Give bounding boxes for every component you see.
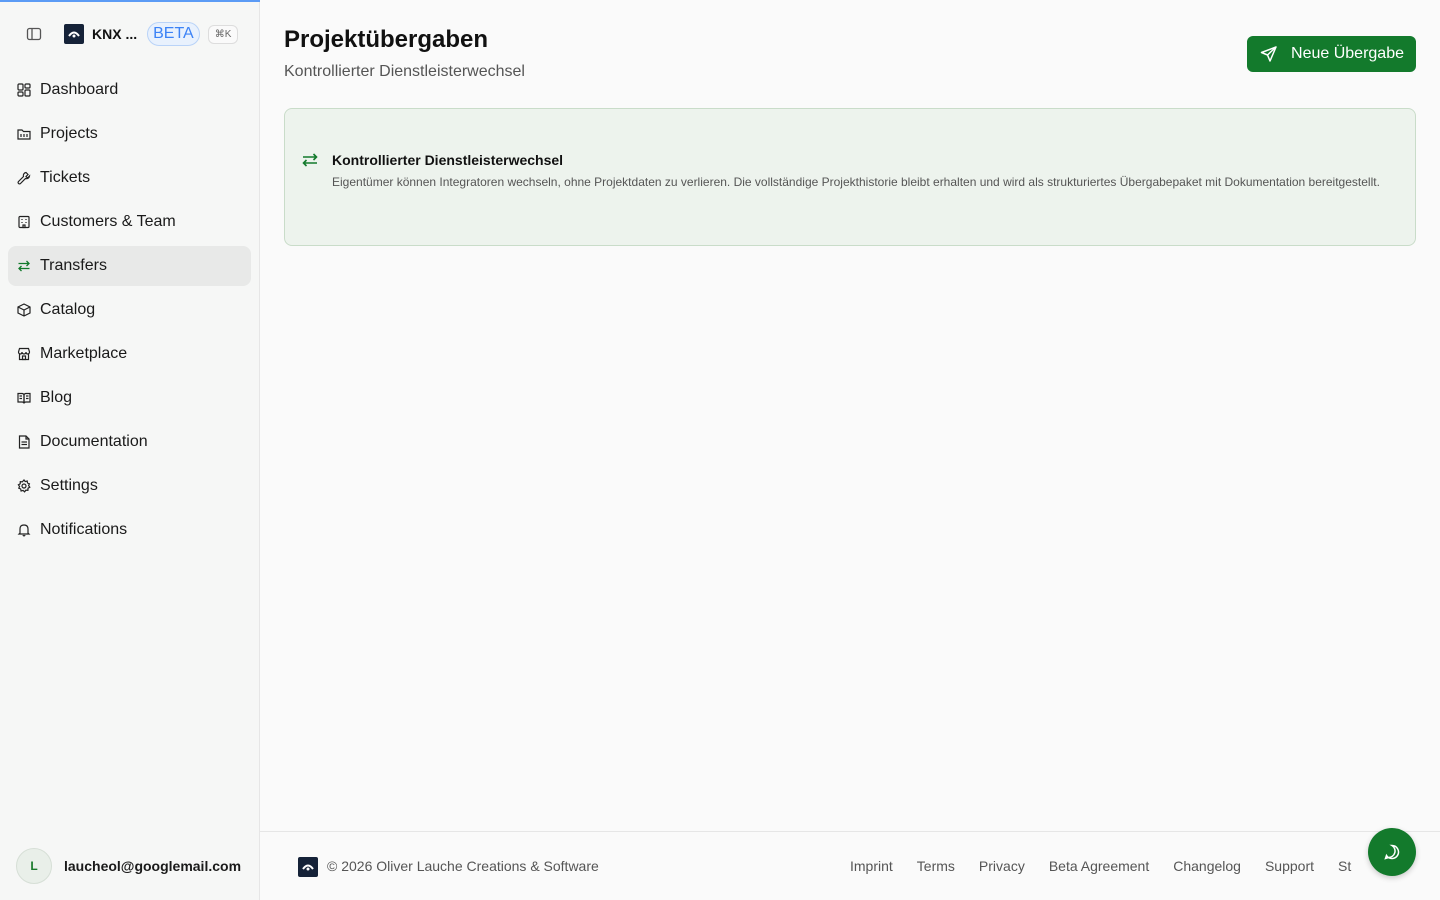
package-icon <box>16 302 32 318</box>
sidebar-item-label: Documentation <box>40 433 148 450</box>
gear-icon <box>16 478 32 494</box>
footer-links: Imprint Terms Privacy Beta Agreement Cha… <box>850 858 1375 874</box>
sidebar-item-label: Customers & Team <box>40 213 176 230</box>
sidebar-item-label: Marketplace <box>40 345 128 362</box>
footer-link-status[interactable]: St <box>1338 858 1351 874</box>
info-card-title: Kontrollierter Dienstleisterwechsel <box>332 152 564 168</box>
user-email[interactable]: laucheol@googlemail.com <box>64 858 241 874</box>
sidebar-item-label: Transfers <box>40 257 107 274</box>
page-subtitle: Kontrollierter Dienstleisterwechsel <box>284 63 525 80</box>
sidebar-item-catalog[interactable]: Catalog <box>8 290 251 330</box>
sidebar-item-documentation[interactable]: Documentation <box>8 422 251 462</box>
send-icon <box>1259 44 1279 64</box>
sidebar-item-label: Projects <box>40 125 98 142</box>
sidebar-item-projects[interactable]: Projects <box>8 114 251 154</box>
new-transfer-label: Neue Übergabe <box>1291 45 1404 62</box>
sidebar-header: KNX ... BETA ⌘K <box>0 0 260 68</box>
store-icon <box>16 346 32 362</box>
page-title: Projektübergaben <box>284 26 489 53</box>
sidebar-item-blog[interactable]: Blog <box>8 378 251 418</box>
chat-icon <box>1383 843 1401 861</box>
wrench-icon <box>16 170 32 186</box>
footer-link-beta-agreement[interactable]: Beta Agreement <box>1049 858 1149 874</box>
sidebar-item-label: Settings <box>40 477 98 494</box>
sidebar-item-label: Tickets <box>40 169 91 186</box>
bell-icon <box>16 522 32 538</box>
footer-link-privacy[interactable]: Privacy <box>979 858 1025 874</box>
footer-link-changelog[interactable]: Changelog <box>1173 858 1241 874</box>
transfer-icon <box>301 151 321 171</box>
footer-link-support[interactable]: Support <box>1265 858 1314 874</box>
footer-link-terms[interactable]: Terms <box>917 858 955 874</box>
sidebar-item-transfers[interactable]: Transfers <box>8 246 251 286</box>
sidebar-toggle-icon[interactable] <box>24 24 44 44</box>
user-menu[interactable]: L laucheol@googlemail.com <box>16 848 241 884</box>
sidebar-item-marketplace[interactable]: Marketplace <box>8 334 251 374</box>
app-logo[interactable] <box>64 24 84 44</box>
footer-logo <box>298 857 318 877</box>
sidebar-item-label: Dashboard <box>40 81 119 98</box>
chat-button[interactable] <box>1368 828 1416 876</box>
sidebar-item-notifications[interactable]: Notifications <box>8 510 251 550</box>
dashboard-icon <box>16 82 32 98</box>
main-content: Projektübergaben Kontrollierter Dienstle… <box>260 0 1440 900</box>
info-card-body: Eigentümer können Integratoren wechseln,… <box>332 175 1380 189</box>
command-shortcut[interactable]: ⌘K <box>207 24 239 44</box>
building-icon <box>16 214 32 230</box>
sidebar: KNX ... BETA ⌘K Dashboard Projects Ticke… <box>0 0 260 900</box>
info-card: Kontrollierter Dienstleisterwechsel Eige… <box>284 108 1416 246</box>
book-icon <box>16 390 32 406</box>
sidebar-item-label: Catalog <box>40 301 96 318</box>
document-icon <box>16 434 32 450</box>
sidebar-item-dashboard[interactable]: Dashboard <box>8 70 251 110</box>
sidebar-item-label: Notifications <box>40 521 128 538</box>
copyright-text: © 2026 Oliver Lauche Creations & Softwar… <box>327 858 599 874</box>
transfer-icon <box>16 258 32 274</box>
footer-link-imprint[interactable]: Imprint <box>850 858 893 874</box>
sidebar-item-settings[interactable]: Settings <box>8 466 251 506</box>
beta-badge: BETA <box>147 22 200 46</box>
sidebar-item-customers-team[interactable]: Customers & Team <box>8 202 251 242</box>
footer: © 2026 Oliver Lauche Creations & Softwar… <box>260 831 1440 900</box>
app-name[interactable]: KNX ... <box>92 26 137 42</box>
new-transfer-button[interactable]: Neue Übergabe <box>1247 36 1416 72</box>
sidebar-item-tickets[interactable]: Tickets <box>8 158 251 198</box>
sidebar-nav: Dashboard Projects Tickets Customers & T… <box>8 70 251 554</box>
sidebar-item-label: Blog <box>40 389 73 406</box>
avatar[interactable]: L <box>16 848 52 884</box>
folder-icon <box>16 126 32 142</box>
